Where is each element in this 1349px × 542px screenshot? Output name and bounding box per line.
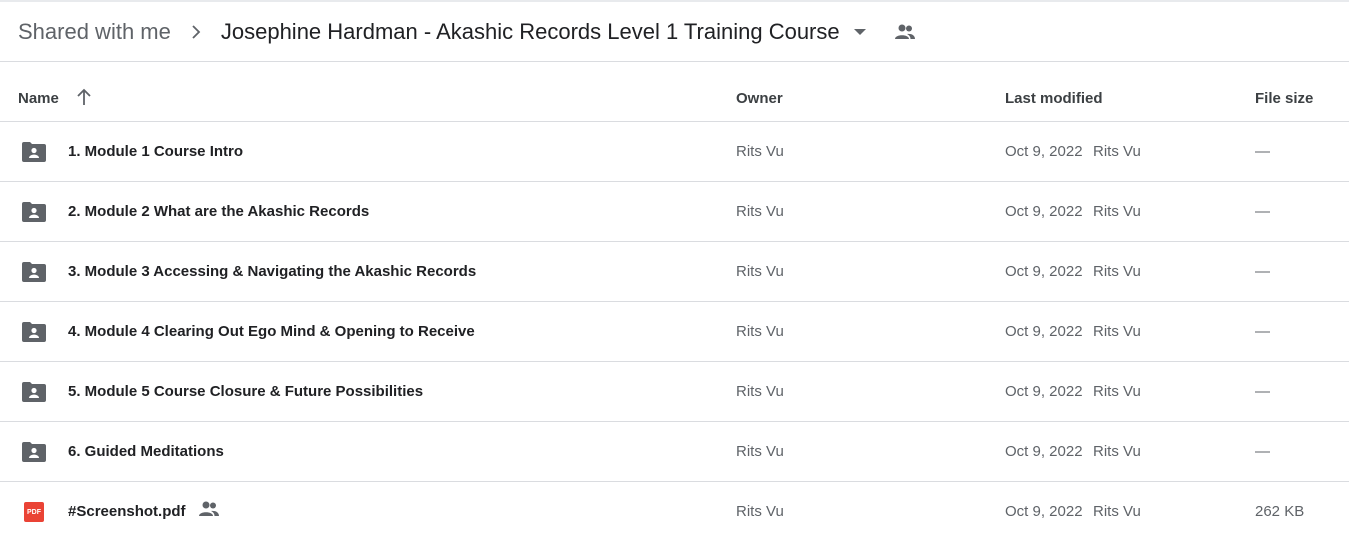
file-size: — [1255, 143, 1270, 160]
modified-by: Rits Vu [1093, 263, 1141, 280]
breadcrumb-current-folder[interactable]: Josephine Hardman - Akashic Records Leve… [221, 19, 868, 45]
owner: Rits Vu [736, 383, 784, 400]
file-size: — [1255, 443, 1270, 460]
shared-folder-icon [22, 261, 46, 283]
arrow-up-icon[interactable] [76, 88, 92, 106]
file-size: — [1255, 203, 1270, 220]
table-row[interactable]: 3. Module 3 Accessing & Navigating the A… [0, 242, 1349, 302]
file-name[interactable]: 6. Guided Meditations [68, 443, 224, 460]
modified-date: Oct 9, 2022 [1005, 443, 1083, 460]
modified-date: Oct 9, 2022 [1005, 323, 1083, 340]
people-icon [198, 501, 220, 517]
modified-date: Oct 9, 2022 [1005, 143, 1083, 160]
file-name[interactable]: #Screenshot.pdf [68, 503, 186, 520]
file-name[interactable]: 5. Module 5 Course Closure & Future Poss… [68, 383, 423, 400]
modified-date: Oct 9, 2022 [1005, 383, 1083, 400]
shared-folder-icon [22, 441, 46, 463]
chevron-right-icon [189, 24, 203, 39]
modified-date: Oct 9, 2022 [1005, 263, 1083, 280]
file-size: — [1255, 263, 1270, 280]
owner: Rits Vu [736, 143, 784, 160]
modified-by: Rits Vu [1093, 503, 1141, 520]
file-name[interactable]: 3. Module 3 Accessing & Navigating the A… [68, 263, 476, 280]
file-name[interactable]: 2. Module 2 What are the Akashic Records [68, 203, 369, 220]
column-last-modified[interactable]: Last modified [1005, 90, 1103, 107]
table-row[interactable]: 2. Module 2 What are the Akashic Records… [0, 182, 1349, 242]
modified-date: Oct 9, 2022 [1005, 503, 1083, 520]
people-icon[interactable] [894, 24, 916, 40]
column-header-row: Name Owner Last modified File size [0, 62, 1349, 122]
table-row[interactable]: 4. Module 4 Clearing Out Ego Mind & Open… [0, 302, 1349, 362]
file-size: — [1255, 383, 1270, 400]
file-name[interactable]: 1. Module 1 Course Intro [68, 143, 243, 160]
modified-date: Oct 9, 2022 [1005, 203, 1083, 220]
shared-folder-icon [22, 321, 46, 343]
column-name[interactable]: Name [18, 90, 59, 107]
owner: Rits Vu [736, 263, 784, 280]
file-name[interactable]: 4. Module 4 Clearing Out Ego Mind & Open… [68, 323, 475, 340]
breadcrumb-shared-with-me[interactable]: Shared with me [18, 19, 171, 45]
file-size: — [1255, 323, 1270, 340]
table-row[interactable]: 6. Guided Meditations Rits Vu Oct 9, 202… [0, 422, 1349, 482]
owner: Rits Vu [736, 443, 784, 460]
shared-folder-icon [22, 381, 46, 403]
table-row[interactable]: 5. Module 5 Course Closure & Future Poss… [0, 362, 1349, 422]
column-owner[interactable]: Owner [736, 90, 783, 107]
dropdown-caret-icon[interactable] [852, 24, 868, 40]
shared-folder-icon [22, 201, 46, 223]
shared-folder-icon [22, 141, 46, 163]
modified-by: Rits Vu [1093, 143, 1141, 160]
current-folder-title: Josephine Hardman - Akashic Records Leve… [220, 18, 840, 44]
pdf-icon: PDF [24, 502, 44, 522]
breadcrumb: Shared with me Josephine Hardman - Akash… [0, 2, 1349, 62]
modified-by: Rits Vu [1093, 203, 1141, 220]
column-file-size[interactable]: File size [1255, 90, 1313, 107]
owner: Rits Vu [736, 323, 784, 340]
modified-by: Rits Vu [1093, 383, 1141, 400]
owner: Rits Vu [736, 203, 784, 220]
owner: Rits Vu [736, 503, 784, 520]
file-size: 262 KB [1255, 503, 1305, 520]
table-row[interactable]: 1. Module 1 Course Intro Rits Vu Oct 9, … [0, 122, 1349, 182]
modified-by: Rits Vu [1093, 323, 1141, 340]
modified-by: Rits Vu [1093, 443, 1141, 460]
table-row[interactable]: PDF #Screenshot.pdf Rits Vu Oct 9, 2022 … [0, 482, 1349, 542]
